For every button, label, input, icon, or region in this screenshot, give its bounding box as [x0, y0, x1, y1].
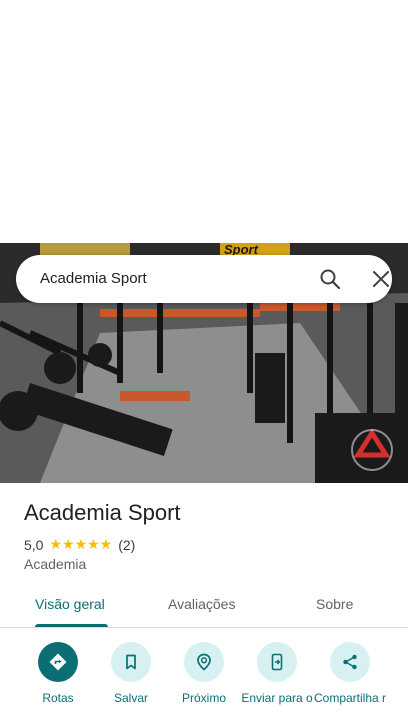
nearby-label: Próximo	[181, 691, 226, 705]
place-category[interactable]: Academia	[24, 556, 86, 572]
search-input[interactable]: Academia Sport	[40, 270, 147, 287]
search-icon[interactable]	[318, 267, 342, 291]
share-button[interactable]: Compartilha r	[310, 641, 390, 705]
rating-value: 5,0	[24, 536, 44, 553]
search-box[interactable]: Academia Sport	[16, 255, 392, 303]
directions-button[interactable]: Rotas	[18, 641, 98, 705]
tab-overview[interactable]: Visão geral	[35, 596, 105, 612]
tab-reviews[interactable]: Avaliações	[168, 596, 235, 612]
save-button[interactable]: Salvar	[91, 641, 171, 705]
rating-row[interactable]: 5,0 ★★★★★ (2)	[24, 536, 135, 553]
bookmark-icon	[111, 642, 151, 682]
star-rating: ★★★★★	[49, 536, 113, 552]
review-count[interactable]: (2)	[118, 537, 135, 553]
share-icon	[330, 642, 370, 682]
active-tab-indicator	[35, 624, 108, 627]
nearby-button[interactable]: Próximo	[164, 641, 244, 705]
send-to-phone-label: Enviar para o	[241, 691, 313, 705]
tab-bar: Visão geral Avaliações Sobre	[0, 586, 408, 628]
share-label: Compartilha r	[313, 691, 387, 705]
action-bar: Rotas Salvar Próximo Enviar para o Compa…	[0, 641, 408, 726]
close-icon[interactable]	[369, 267, 393, 291]
directions-label: Rotas	[42, 691, 74, 705]
send-to-phone-icon	[257, 642, 297, 682]
place-title: Academia Sport	[24, 500, 181, 525]
map-area[interactable]	[0, 0, 408, 243]
directions-icon	[38, 642, 78, 682]
nearby-icon	[184, 642, 224, 682]
save-label: Salvar	[113, 691, 148, 705]
send-to-phone-button[interactable]: Enviar para o	[237, 641, 317, 705]
tab-about[interactable]: Sobre	[316, 596, 353, 612]
